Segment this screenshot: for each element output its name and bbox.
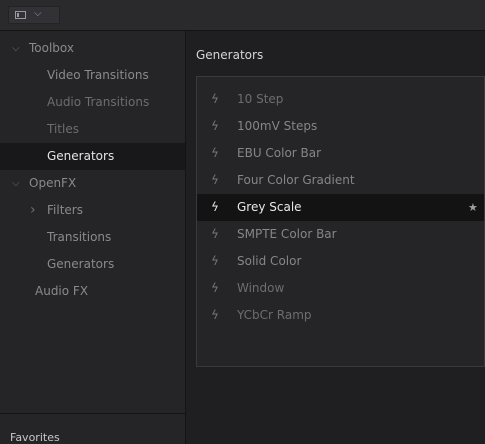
sidebar-item-audio-fx[interactable]: Audio FX	[0, 278, 185, 305]
panel-layout-icon	[15, 11, 26, 19]
favorites-section[interactable]: Favorites	[0, 413, 185, 444]
sidebar-item-video-transitions[interactable]: Video Transitions	[0, 62, 185, 89]
generator-list: ϟ 10 Step ϟ 100mV Steps ϟ EBU Color Bar …	[196, 76, 485, 367]
sidebar: ⌵ Toolbox Video Transitions Audio Transi…	[0, 31, 186, 444]
list-item-label: SMPTE Color Bar	[237, 227, 337, 241]
list-item-four-color-gradient[interactable]: ϟ Four Color Gradient	[197, 167, 484, 194]
sidebar-item-label: Generators	[47, 257, 115, 271]
sidebar-item-audio-transitions[interactable]: Audio Transitions	[0, 89, 185, 116]
sidebar-item-openfx-transitions[interactable]: Transitions	[0, 224, 185, 251]
list-item-10-step[interactable]: ϟ 10 Step	[197, 86, 484, 113]
sidebar-item-label: Filters	[47, 203, 83, 217]
list-item-100mv-steps[interactable]: ϟ 100mV Steps	[197, 113, 484, 140]
lightning-bolt-icon: ϟ	[211, 254, 219, 268]
sidebar-item-label: Transitions	[47, 230, 112, 244]
list-item-label: Grey Scale	[237, 200, 302, 214]
sidebar-item-toolbox[interactable]: ⌵ Toolbox	[0, 35, 185, 62]
lightning-bolt-icon: ϟ	[211, 146, 219, 160]
list-item-ebu-color-bar[interactable]: ϟ EBU Color Bar	[197, 140, 484, 167]
sidebar-item-generators[interactable]: Generators	[0, 143, 185, 170]
main-panel: Generators ϟ 10 Step ϟ 100mV Steps ϟ EBU…	[186, 31, 485, 444]
list-item-smpte-color-bar[interactable]: ϟ SMPTE Color Bar	[197, 221, 484, 248]
lightning-bolt-icon: ϟ	[211, 308, 219, 322]
sidebar-item-openfx-generators[interactable]: Generators	[0, 251, 185, 278]
favorites-label: Favorites	[10, 431, 60, 444]
list-item-label: Solid Color	[237, 254, 302, 268]
sidebar-item-label: Generators	[47, 149, 115, 163]
list-item-label: 10 Step	[237, 92, 284, 106]
sidebar-item-label: OpenFX	[29, 176, 77, 190]
page-title: Generators	[196, 48, 264, 62]
panel-layout-button[interactable]: ⌵	[8, 6, 60, 24]
star-icon[interactable]: ★	[468, 194, 478, 221]
chevron-down-icon: ⌵	[12, 43, 20, 54]
list-item-label: Four Color Gradient	[237, 173, 355, 187]
list-item-grey-scale[interactable]: ϟ Grey Scale ★	[197, 194, 484, 221]
list-item-label: 100mV Steps	[237, 119, 318, 133]
lightning-bolt-icon: ϟ	[211, 200, 219, 214]
lightning-bolt-icon: ϟ	[211, 173, 219, 187]
sidebar-item-label: Video Transitions	[47, 68, 149, 82]
sidebar-item-label: Audio Transitions	[47, 95, 150, 109]
toolbar: ⌵	[0, 0, 485, 31]
lightning-bolt-icon: ϟ	[211, 227, 219, 241]
sidebar-item-label: Audio FX	[35, 284, 89, 298]
lightning-bolt-icon: ϟ	[211, 281, 219, 295]
list-item-solid-color[interactable]: ϟ Solid Color	[197, 248, 484, 275]
lightning-bolt-icon: ϟ	[211, 92, 219, 106]
list-item-window[interactable]: ϟ Window	[197, 275, 484, 302]
sidebar-item-label: Titles	[47, 122, 79, 136]
chevron-down-icon: ⌵	[12, 178, 20, 189]
lightning-bolt-icon: ϟ	[211, 119, 219, 133]
chevron-down-icon: ⌵	[34, 8, 42, 19]
list-item-label: Window	[237, 281, 285, 295]
list-item-label: YCbCr Ramp	[237, 308, 312, 322]
chevron-right-icon: ›	[30, 202, 36, 218]
sidebar-item-label: Toolbox	[29, 41, 74, 55]
list-item-ycbcr-ramp[interactable]: ϟ YCbCr Ramp	[197, 302, 484, 329]
sidebar-item-openfx[interactable]: ⌵ OpenFX	[0, 170, 185, 197]
list-item-label: EBU Color Bar	[237, 146, 322, 160]
sidebar-item-titles[interactable]: Titles	[0, 116, 185, 143]
sidebar-item-filters[interactable]: › Filters	[0, 197, 185, 224]
